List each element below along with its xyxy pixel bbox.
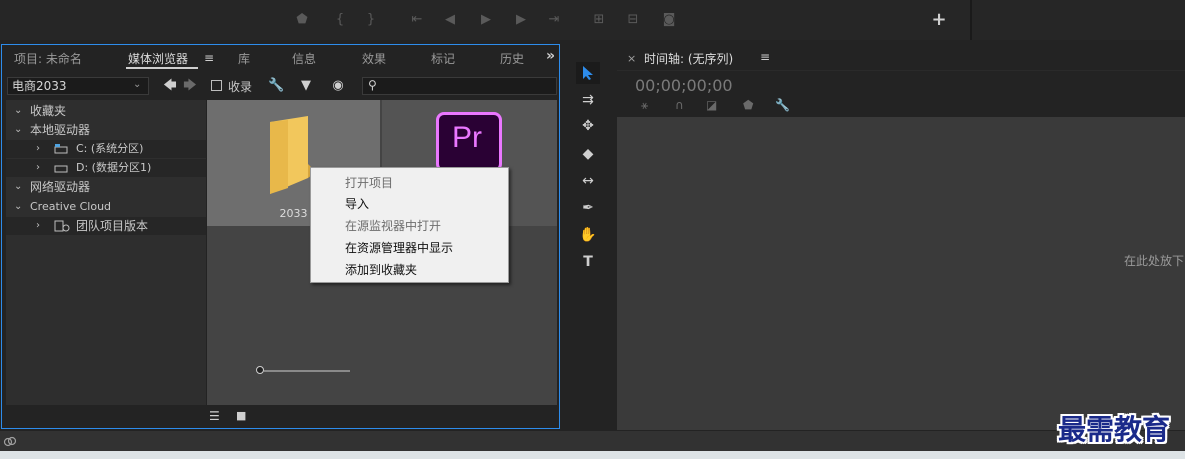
- menu-item-reveal-in-explorer[interactable]: 在资源管理器中显示: [345, 239, 453, 256]
- type-tool[interactable]: T: [576, 251, 600, 273]
- search-icon: ⚲: [368, 78, 377, 92]
- zoom-slider-track[interactable]: [264, 370, 350, 372]
- chevron-down-icon[interactable]: ⌄: [14, 102, 22, 120]
- status-bar: [0, 431, 1185, 451]
- chevron-right-icon[interactable]: ›: [36, 159, 40, 177]
- play-icon[interactable]: ▶: [477, 11, 495, 29]
- track-select-tool[interactable]: ⇉: [576, 89, 600, 111]
- tree-item-local-drives[interactable]: ⌄ 本地驱动器: [6, 121, 206, 139]
- pen-tool[interactable]: ✒: [576, 197, 600, 219]
- tree-item-drive-d[interactable]: › D: (数据分区1): [6, 159, 206, 177]
- back-arrow-icon[interactable]: 🡄: [162, 78, 178, 94]
- forward-arrow-icon[interactable]: 🡆: [182, 78, 198, 94]
- tab-libraries[interactable]: 库: [238, 50, 250, 67]
- ingest-label: 收录: [228, 80, 253, 94]
- top-divider: [970, 0, 972, 40]
- go-to-out-icon[interactable]: ⇥: [545, 11, 563, 29]
- insert-icon[interactable]: ⊞: [590, 11, 608, 29]
- close-icon[interactable]: ×: [627, 52, 636, 65]
- tools-panel: ⇉ ✥ ◆ ↔ ✒ ✋ T: [566, 44, 610, 429]
- creative-cloud-icon[interactable]: [3, 434, 17, 448]
- linked-selection-icon[interactable]: ◪: [706, 98, 717, 112]
- chevron-down-icon[interactable]: ⌄: [14, 121, 22, 139]
- location-dropdown[interactable]: 电商2033: [7, 77, 149, 95]
- view-controls: ☰ ■: [2, 405, 559, 427]
- context-menu: 打开项目 导入 在源监视器中打开 在资源管理器中显示 添加到收藏夹: [310, 167, 509, 283]
- step-back-icon[interactable]: ◀: [441, 11, 459, 29]
- add-marker-icon[interactable]: ⬟: [743, 98, 753, 112]
- ripple-edit-tool[interactable]: ✥: [576, 115, 600, 137]
- menu-item-open-project[interactable]: 打开项目: [345, 174, 393, 191]
- ingest-checkbox[interactable]: [211, 80, 222, 91]
- media-browser-toolbar: 电商2033 ⌄ 🡄 🡆 收录 🔧 ▼ ◉ ⚲: [2, 73, 559, 99]
- folder-icon: [270, 116, 316, 194]
- chevron-right-icon[interactable]: ›: [36, 140, 40, 158]
- tab-info[interactable]: 信息: [292, 50, 316, 67]
- icon-view-icon[interactable]: ■: [236, 409, 246, 422]
- add-button[interactable]: +: [929, 10, 949, 30]
- chevron-down-icon[interactable]: ⌄: [14, 178, 22, 196]
- wrench-icon[interactable]: 🔧: [268, 78, 284, 94]
- premiere-logo-icon: Pr: [436, 112, 502, 172]
- menu-item-import[interactable]: 导入: [345, 195, 369, 212]
- nest-icon[interactable]: ⚹: [641, 98, 648, 113]
- drive-icon: [54, 165, 68, 173]
- panel-tabs: 项目: 未命名 媒体浏览器 ≡ 库 信息 效果 标记 历史 »: [2, 45, 559, 71]
- tree-item-favorites[interactable]: ⌄ 收藏夹: [6, 102, 206, 120]
- overwrite-icon[interactable]: ⊟: [624, 11, 642, 29]
- slip-tool[interactable]: ↔: [576, 170, 600, 192]
- tree-item-creative-cloud[interactable]: ⌄ Creative Cloud: [6, 198, 206, 216]
- hand-tool[interactable]: ✋: [576, 224, 600, 246]
- marker-icon[interactable]: ⬟: [293, 11, 311, 29]
- watermark: 最需教育: [1058, 413, 1171, 446]
- desktop-strip: [0, 451, 1185, 459]
- export-frame-icon[interactable]: ◙: [660, 11, 678, 29]
- active-tab-indicator: [126, 67, 198, 69]
- out-point-icon[interactable]: }: [362, 11, 380, 29]
- timeline-drop-area[interactable]: [617, 117, 1185, 430]
- timeline-menu-icon[interactable]: ≡: [760, 50, 770, 64]
- transport-bar: ⬟ { } ⇤ ◀ ▶ ▶ ⇥ ⊞ ⊟ ◙: [0, 0, 1185, 40]
- selection-tool[interactable]: [576, 62, 600, 84]
- tab-history[interactable]: 历史: [500, 50, 526, 67]
- eye-icon[interactable]: ◉: [330, 78, 346, 94]
- tab-media-browser[interactable]: 媒体浏览器: [128, 50, 188, 67]
- razor-tool[interactable]: ◆: [576, 143, 600, 165]
- tab-markers[interactable]: 标记: [431, 50, 455, 67]
- menu-item-add-to-favorites[interactable]: 添加到收藏夹: [345, 261, 417, 278]
- chevron-down-icon[interactable]: ⌄: [14, 198, 22, 216]
- chevron-down-icon[interactable]: ⌄: [133, 79, 141, 90]
- search-input[interactable]: [362, 77, 557, 95]
- tree-item-team-versions[interactable]: › 团队项目版本: [6, 217, 206, 235]
- step-forward-icon[interactable]: ▶: [512, 11, 530, 29]
- chevron-right-icon[interactable]: ›: [36, 217, 40, 235]
- more-tabs-icon[interactable]: »: [546, 48, 555, 64]
- zoom-slider-handle[interactable]: [256, 366, 264, 374]
- drive-icon: [54, 144, 68, 154]
- timeline-tab-divider: [617, 70, 1185, 71]
- panel-menu-icon[interactable]: ≡: [204, 51, 214, 65]
- drop-hint: 在此处放下: [1124, 254, 1185, 268]
- wrench-icon[interactable]: 🔧: [775, 98, 790, 112]
- go-to-in-icon[interactable]: ⇤: [408, 11, 426, 29]
- timeline-title[interactable]: 时间轴: (无序列): [644, 50, 733, 67]
- tab-project[interactable]: 项目: 未命名: [14, 50, 82, 67]
- menu-item-open-in-source-monitor[interactable]: 在源监视器中打开: [345, 217, 441, 234]
- timecode-display[interactable]: 00;00;00;00: [635, 76, 733, 95]
- tab-effects[interactable]: 效果: [362, 50, 386, 67]
- tree-item-network-drives[interactable]: ⌄ 网络驱动器: [6, 178, 206, 196]
- filter-icon[interactable]: ▼: [298, 78, 314, 94]
- list-view-icon[interactable]: ☰: [209, 409, 220, 423]
- snap-icon[interactable]: ∩: [675, 98, 684, 112]
- selection-arrow-icon: [583, 66, 593, 80]
- tree-item-drive-c[interactable]: › C: (系统分区): [6, 140, 206, 158]
- location-tree: ⌄ 收藏夹 ⌄ 本地驱动器 › C: (系统分区) › D: (数据分区1) ⌄…: [6, 100, 206, 405]
- in-point-icon[interactable]: {: [331, 11, 349, 29]
- team-project-icon: [54, 220, 70, 232]
